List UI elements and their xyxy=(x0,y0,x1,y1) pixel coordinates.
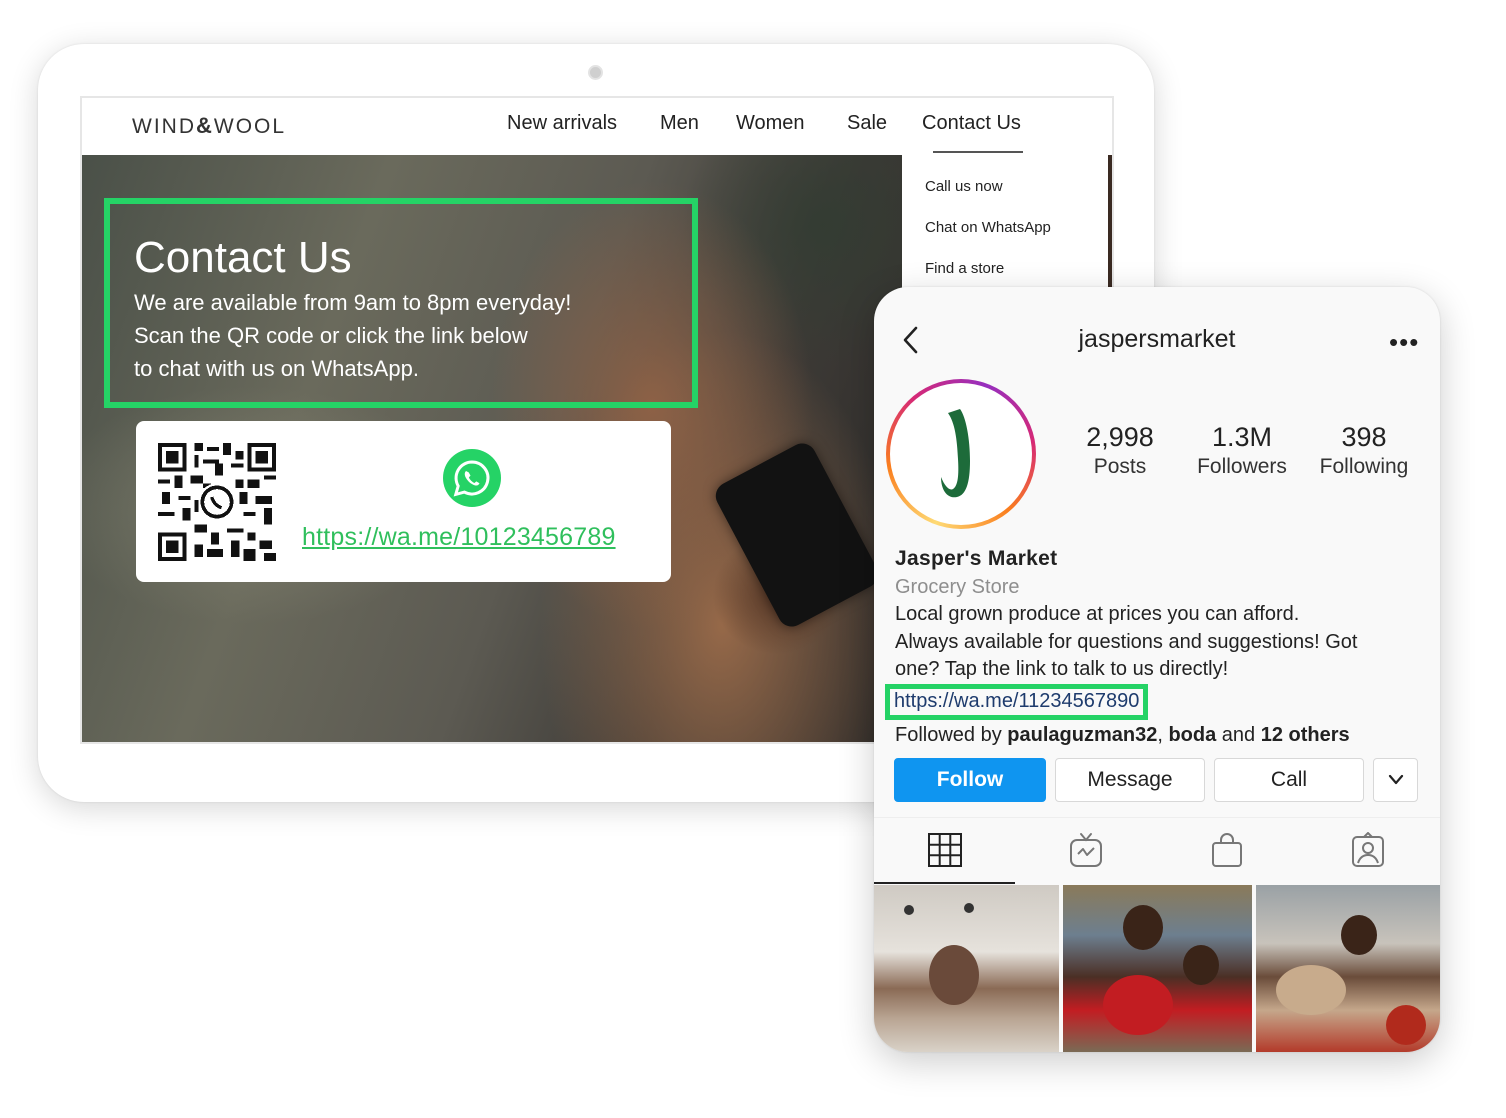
tab-shop[interactable] xyxy=(1156,818,1297,884)
nav-men[interactable]: Men xyxy=(660,112,699,135)
nav-active-underline xyxy=(933,151,1023,153)
follow-button[interactable]: Follow xyxy=(894,758,1046,802)
contact-highlight-box: Contact Us We are available from 9am to … xyxy=(104,198,698,408)
hero-image: Contact Us We are available from 9am to … xyxy=(82,155,902,742)
profile-name: Jasper's Market xyxy=(895,547,1058,570)
post-thumbnail[interactable] xyxy=(1063,885,1252,1052)
dropdown-chat-on-whatsapp[interactable]: Chat on WhatsApp xyxy=(925,219,1051,236)
jaspers-market-logo xyxy=(941,409,970,498)
nav-women[interactable]: Women xyxy=(736,112,805,135)
tagged-icon xyxy=(1351,832,1384,867)
post-thumbnail[interactable] xyxy=(1256,885,1440,1052)
nav-new-arrivals[interactable]: New arrivals xyxy=(507,112,617,135)
profile-avatar[interactable] xyxy=(886,379,1036,529)
whatsapp-icon[interactable] xyxy=(443,449,501,507)
whatsapp-link[interactable]: https://wa.me/10123456789 xyxy=(302,523,616,552)
bio-link-highlight: https://wa.me/11234567890 xyxy=(885,683,1149,720)
igtv-icon xyxy=(1069,833,1102,867)
profile-category: Grocery Store xyxy=(895,576,1020,598)
profile-bio: Jasper's Market Grocery Store Local grow… xyxy=(885,545,1430,750)
profile-tabs xyxy=(874,817,1440,884)
post-thumbnail[interactable] xyxy=(874,885,1059,1052)
suggested-dropdown-button[interactable] xyxy=(1373,758,1418,802)
shop-icon xyxy=(1211,833,1242,867)
stat-following[interactable]: 398 Following xyxy=(1312,421,1416,481)
tab-igtv[interactable] xyxy=(1015,818,1156,884)
whatsapp-card: https://wa.me/10123456789 xyxy=(136,421,671,582)
brand-logo[interactable]: WIND&WOOL xyxy=(132,113,286,139)
stat-posts: 2,998 Posts xyxy=(1086,422,1154,478)
message-button[interactable]: Message xyxy=(1055,758,1205,802)
nav-sale[interactable]: Sale xyxy=(847,112,887,135)
more-options-icon[interactable]: ••• xyxy=(1389,327,1419,358)
contact-text: We are available from 9am to 8pm everyda… xyxy=(134,290,572,381)
dropdown-call-us-now[interactable]: Call us now xyxy=(925,178,1003,195)
followed-by[interactable]: Followed by paulaguzman32, boda and 12 o… xyxy=(895,720,1430,750)
posts-grid xyxy=(874,885,1440,1052)
dropdown-find-a-store[interactable]: Find a store xyxy=(925,260,1004,277)
grid-icon xyxy=(927,833,962,867)
tab-tagged[interactable] xyxy=(1297,818,1438,884)
nav-contact-us[interactable]: Contact Us xyxy=(922,112,1021,135)
tablet-camera xyxy=(588,65,603,80)
qr-code-icon[interactable] xyxy=(158,443,276,561)
contact-title: Contact Us xyxy=(134,233,352,282)
instagram-profile-phone: jaspersmarket ••• 2,998 Posts 1.3M Follo… xyxy=(874,287,1440,1052)
profile-username: jaspersmarket xyxy=(1078,325,1236,353)
bio-text: Local grown produce at prices you can af… xyxy=(895,603,1358,680)
tab-posts-grid[interactable] xyxy=(874,818,1015,884)
chevron-down-icon xyxy=(1388,774,1403,785)
site-header: WIND&WOOL New arrivals Men Women Sale Co… xyxy=(82,98,1112,155)
bio-whatsapp-link[interactable]: https://wa.me/11234567890 xyxy=(894,690,1139,712)
stat-followers[interactable]: 1.3M Followers xyxy=(1190,421,1294,481)
call-button[interactable]: Call xyxy=(1214,758,1364,802)
